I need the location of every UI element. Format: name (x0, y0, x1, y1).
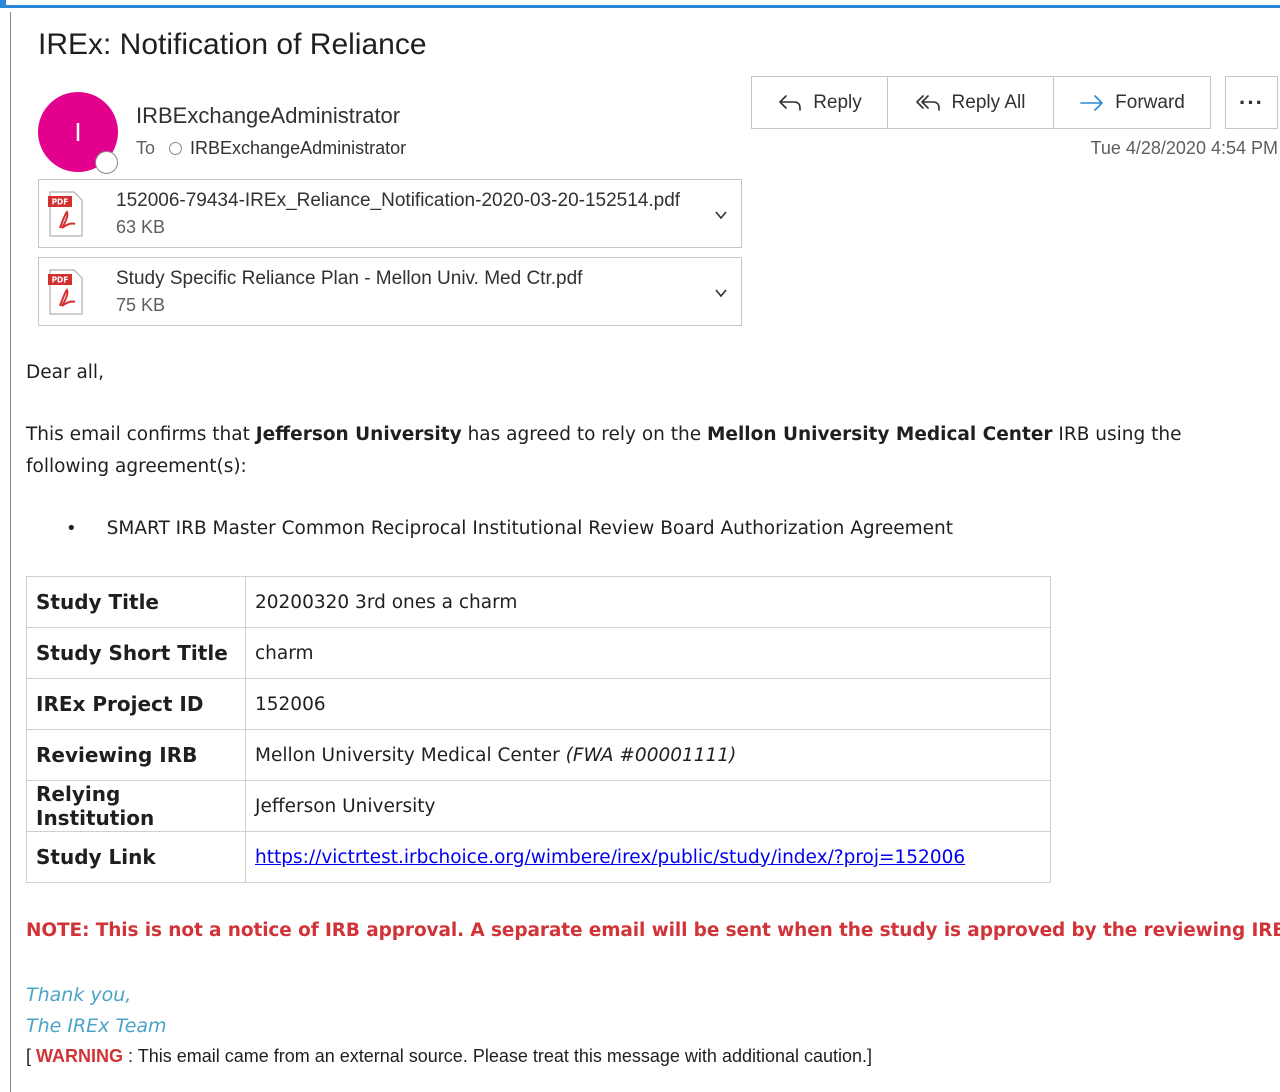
presence-status-icon (95, 151, 118, 174)
reviewing-irb-value: Mellon University Medical Center (255, 744, 566, 766)
warning-open-bracket: [ (26, 1046, 37, 1066)
attachment-card[interactable]: PDF Study Specific Reliance Plan - Mello… (38, 257, 742, 326)
message-actions: Reply Reply All Forward ··· (751, 76, 1278, 129)
attachment-name: Study Specific Reliance Plan - Mellon Un… (116, 268, 583, 289)
chevron-down-icon[interactable] (713, 207, 729, 223)
agreement-list-item: • SMART IRB Master Common Reciprocal Ins… (66, 513, 953, 545)
confirmation-paragraph: This email confirms that Jefferson Unive… (26, 419, 1226, 483)
svg-text:PDF: PDF (52, 276, 69, 285)
agreement-name: SMART IRB Master Common Reciprocal Insti… (106, 518, 953, 539)
pdf-icon: PDF (48, 191, 83, 237)
window-corner-icon (0, 0, 6, 6)
reply-label: Reply (813, 91, 862, 113)
reviewing-irb-name: Mellon University Medical Center (706, 424, 1053, 445)
row-value: 20200320 3rd ones a charm (245, 576, 1051, 628)
row-value: 152006 (245, 678, 1051, 730)
row-value: https://victrtest.irbchoice.org/wimbere/… (245, 831, 1051, 883)
row-label: Reviewing IRB (26, 729, 246, 781)
to-label: To (136, 138, 156, 158)
forward-label: Forward (1115, 91, 1185, 113)
reply-all-icon (915, 94, 940, 111)
top-accent-bar (0, 0, 1280, 8)
row-label: IREx Project ID (26, 678, 246, 730)
warning-label: WARNING (36, 1046, 124, 1066)
reply-button[interactable]: Reply (751, 76, 888, 129)
confirm-text-pre: This email confirms that (26, 424, 256, 445)
relying-institution-name: Jefferson University (255, 424, 462, 445)
row-label: Relying Institution (26, 780, 246, 832)
email-subject: IREx: Notification of Reliance (38, 28, 427, 61)
greeting: Dear all, (26, 362, 104, 383)
table-row: Study Short Title charm (26, 627, 1051, 679)
avatar-initial: I (74, 116, 82, 147)
reply-icon (779, 94, 802, 111)
table-row: IREx Project ID 152006 (26, 678, 1051, 730)
row-label: Study Title (26, 576, 246, 628)
table-row: Relying Institution Jefferson University (26, 780, 1051, 832)
study-details-table: Study Title 20200320 3rd ones a charm St… (26, 576, 1051, 883)
chevron-down-icon[interactable] (713, 285, 729, 301)
recipient-presence-icon (169, 142, 183, 155)
approval-note: NOTE: This is not a notice of IRB approv… (26, 920, 1280, 941)
table-row: Study Title 20200320 3rd ones a charm (26, 576, 1051, 628)
attachment-name: 152006-79434-IREx_Reliance_Notification-… (116, 190, 681, 211)
to-recipient[interactable]: IRBExchangeAdministrator (190, 138, 406, 159)
sent-date: Tue 4/28/2020 4:54 PM (1090, 138, 1278, 158)
confirm-text-mid: has agreed to rely on the (461, 424, 707, 445)
signoff-thanks: Thank you, (26, 984, 132, 1006)
row-label: Study Short Title (26, 627, 246, 679)
svg-text:PDF: PDF (52, 198, 69, 207)
to-line: To IRBExchangeAdministrator (136, 138, 406, 159)
row-value: Jefferson University (245, 780, 1051, 832)
forward-button[interactable]: Forward (1053, 76, 1211, 129)
attachment-size: 63 KB (116, 217, 166, 237)
bullet-icon: • (66, 518, 77, 539)
signoff-team: The IREx Team (26, 1015, 167, 1037)
more-actions-button[interactable]: ··· (1225, 76, 1278, 129)
external-warning-banner: [ WARNING : This email came from an exte… (26, 1046, 872, 1067)
attachment-card[interactable]: PDF 152006-79434-IREx_Reliance_Notificat… (38, 179, 742, 248)
attachment-size: 75 KB (116, 295, 166, 315)
reply-all-label: Reply All (951, 91, 1026, 113)
warning-text: : This email came from an external sourc… (123, 1046, 873, 1066)
table-row: Reviewing IRB Mellon University Medical … (26, 729, 1051, 781)
forward-arrow-icon (1080, 94, 1103, 111)
sender-name[interactable]: IRBExchangeAdministrator (136, 103, 400, 129)
reply-all-button[interactable]: Reply All (887, 76, 1054, 129)
pdf-icon: PDF (48, 269, 83, 315)
more-icon: ··· (1239, 89, 1264, 115)
study-link[interactable]: https://victrtest.irbchoice.org/wimbere/… (255, 847, 965, 868)
table-row: Study Link https://victrtest.irbchoice.o… (26, 831, 1051, 883)
row-value: Mellon University Medical Center (FWA #0… (245, 729, 1051, 781)
fwa-number: (FWA #00001111) (565, 744, 737, 766)
row-label: Study Link (26, 831, 246, 883)
row-value: charm (245, 627, 1051, 679)
